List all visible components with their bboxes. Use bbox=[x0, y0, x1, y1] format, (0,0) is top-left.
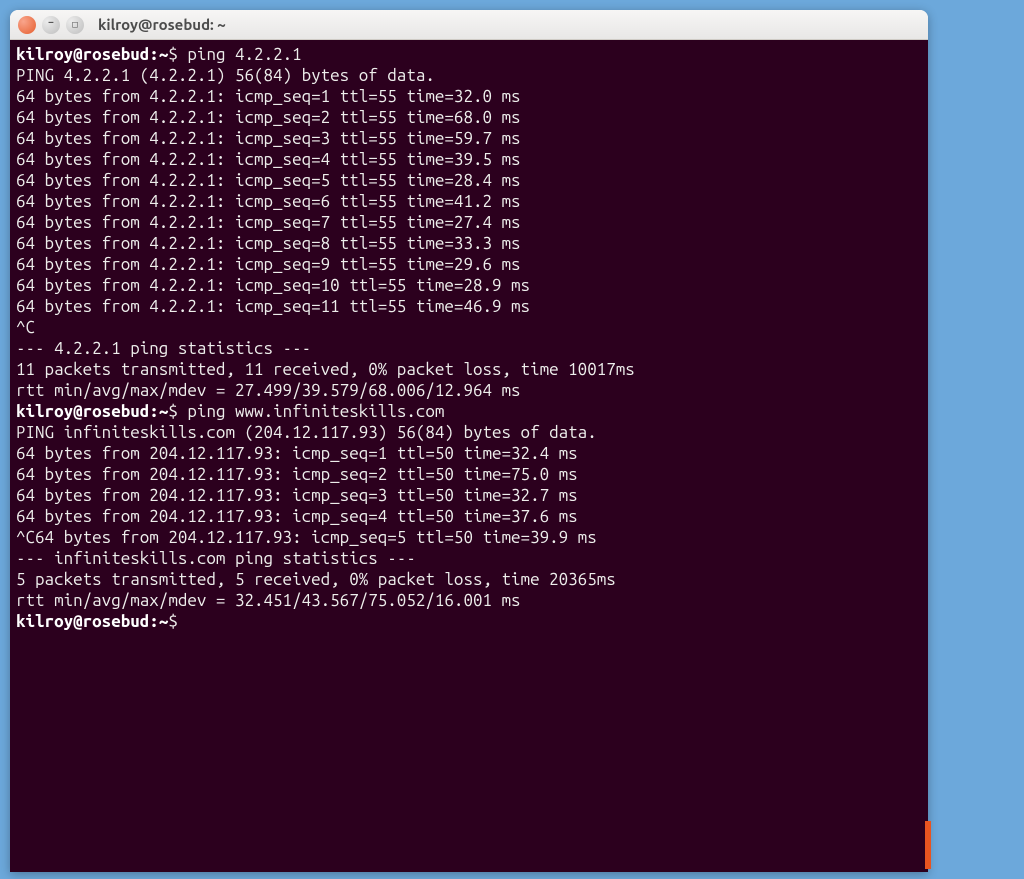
titlebar: – □ kilroy@rosebud: ~ bbox=[10, 10, 928, 40]
output-line: 64 bytes from 4.2.2.1: icmp_seq=2 ttl=55… bbox=[16, 107, 922, 128]
output-line: 64 bytes from 204.12.117.93: icmp_seq=2 … bbox=[16, 464, 922, 485]
command-1: ping 4.2.2.1 bbox=[187, 45, 301, 64]
output-line: 64 bytes from 4.2.2.1: icmp_seq=1 ttl=55… bbox=[16, 86, 922, 107]
output-line: --- 4.2.2.1 ping statistics --- bbox=[16, 338, 922, 359]
close-icon[interactable] bbox=[18, 16, 36, 34]
output-line: PING 4.2.2.1 (4.2.2.1) 56(84) bytes of d… bbox=[16, 65, 922, 86]
output-line: 64 bytes from 4.2.2.1: icmp_seq=8 ttl=55… bbox=[16, 233, 922, 254]
output-line: 64 bytes from 4.2.2.1: icmp_seq=5 ttl=55… bbox=[16, 170, 922, 191]
output-line: PING infiniteskills.com (204.12.117.93) … bbox=[16, 422, 922, 443]
output-line: 64 bytes from 4.2.2.1: icmp_seq=7 ttl=55… bbox=[16, 212, 922, 233]
prompt-line: kilroy@rosebud:~$ ping 4.2.2.1 bbox=[16, 44, 922, 65]
command-2: ping www.infiniteskills.com bbox=[187, 402, 444, 421]
terminal-window: – □ kilroy@rosebud: ~ kilroy@rosebud:~$ … bbox=[10, 10, 928, 872]
output-line: 64 bytes from 4.2.2.1: icmp_seq=11 ttl=5… bbox=[16, 296, 922, 317]
output-line: --- infiniteskills.com ping statistics -… bbox=[16, 548, 922, 569]
maximize-icon[interactable]: □ bbox=[66, 16, 84, 34]
output-line: 64 bytes from 4.2.2.1: icmp_seq=9 ttl=55… bbox=[16, 254, 922, 275]
output-line: 64 bytes from 4.2.2.1: icmp_seq=4 ttl=55… bbox=[16, 149, 922, 170]
prompt-line: kilroy@rosebud:~$ bbox=[16, 611, 922, 632]
prompt-user: kilroy@rosebud bbox=[16, 45, 149, 64]
output-line: 64 bytes from 4.2.2.1: icmp_seq=6 ttl=55… bbox=[16, 191, 922, 212]
output-line: rtt min/avg/max/mdev = 32.451/43.567/75.… bbox=[16, 590, 922, 611]
output-line: ^C bbox=[16, 317, 922, 338]
output-line: 5 packets transmitted, 5 received, 0% pa… bbox=[16, 569, 922, 590]
minimize-icon[interactable]: – bbox=[42, 16, 60, 34]
output-line: 64 bytes from 204.12.117.93: icmp_seq=3 … bbox=[16, 485, 922, 506]
output-line: 64 bytes from 204.12.117.93: icmp_seq=4 … bbox=[16, 506, 922, 527]
output-line: 11 packets transmitted, 11 received, 0% … bbox=[16, 359, 922, 380]
prompt-line: kilroy@rosebud:~$ ping www.infiniteskill… bbox=[16, 401, 922, 422]
output-line: 64 bytes from 4.2.2.1: icmp_seq=3 ttl=55… bbox=[16, 128, 922, 149]
output-line: 64 bytes from 4.2.2.1: icmp_seq=10 ttl=5… bbox=[16, 275, 922, 296]
output-line: ^C64 bytes from 204.12.117.93: icmp_seq=… bbox=[16, 527, 922, 548]
output-line: 64 bytes from 204.12.117.93: icmp_seq=1 … bbox=[16, 443, 922, 464]
output-line: rtt min/avg/max/mdev = 27.499/39.579/68.… bbox=[16, 380, 922, 401]
accent-bar bbox=[925, 821, 931, 869]
window-title: kilroy@rosebud: ~ bbox=[98, 16, 226, 33]
terminal-body[interactable]: kilroy@rosebud:~$ ping 4.2.2.1PING 4.2.2… bbox=[10, 40, 928, 872]
